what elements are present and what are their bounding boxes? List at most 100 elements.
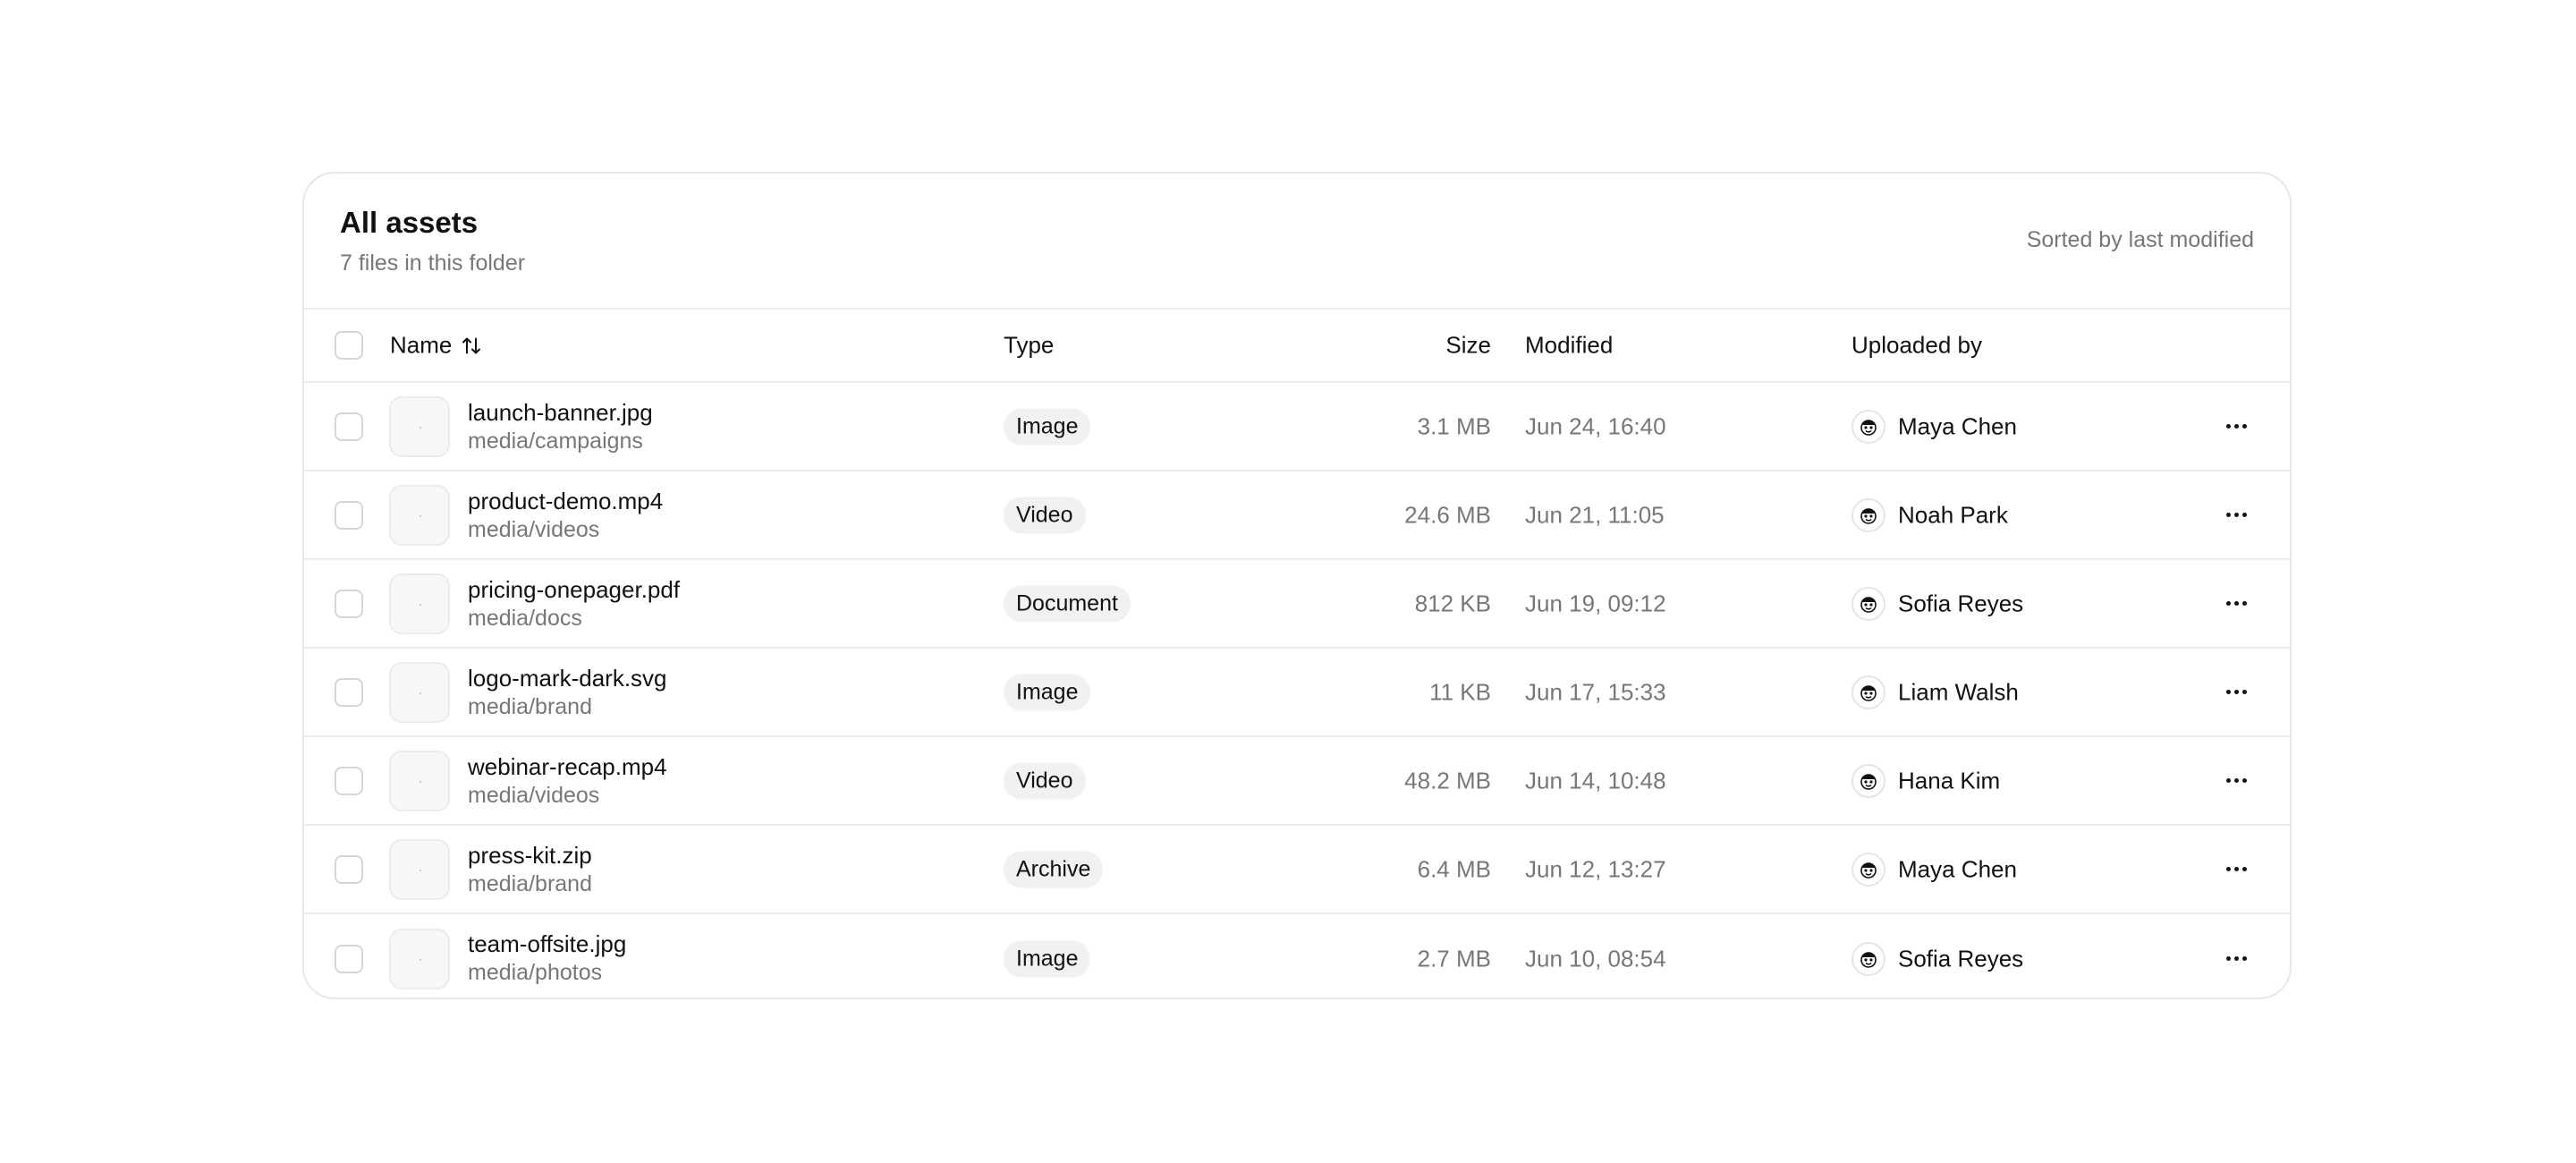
table-row[interactable]: pricing-onepager.pdf media/docs Document… <box>304 560 2290 649</box>
more-dot <box>2233 778 2239 783</box>
more-horizontal-icon <box>2225 956 2231 961</box>
more-horizontal-icon <box>2225 690 2231 694</box>
modified-date: Jun 12, 13:27 <box>1525 855 1666 882</box>
file-size: 2.7 MB <box>1417 945 1491 972</box>
type-badge: Video <box>1004 497 1086 533</box>
type-badge: Image <box>1004 940 1091 977</box>
file-name[interactable]: press-kit.zip <box>468 842 592 870</box>
more-actions-button[interactable] <box>2218 586 2254 622</box>
modified-date: Jun 24, 16:40 <box>1525 412 1666 439</box>
file-path: media/videos <box>468 517 600 542</box>
file-path: media/campaigns <box>468 429 643 454</box>
row-checkbox[interactable] <box>335 589 363 618</box>
more-dot <box>2241 778 2247 783</box>
modified-date: Jun 19, 09:12 <box>1525 590 1666 616</box>
uploader-name: Liam Walsh <box>1898 678 2019 705</box>
user-avatar-icon <box>1852 586 1885 621</box>
more-horizontal-icon <box>2225 601 2231 606</box>
file-name[interactable]: launch-banner.jpg <box>468 399 653 427</box>
file-count: 7 files in this folder <box>340 250 526 276</box>
column-header-name-label: Name <box>390 331 453 359</box>
user-avatar-icon <box>1852 675 1885 709</box>
user-avatar-icon <box>1852 409 1885 444</box>
file-size: 812 KB <box>1414 590 1491 616</box>
file-thumbnail-icon <box>389 484 450 546</box>
modified-date: Jun 14, 10:48 <box>1525 767 1666 794</box>
more-horizontal-icon <box>2225 867 2231 871</box>
sort-note: Sorted by last modified <box>2026 227 2254 252</box>
modified-date: Jun 21, 11:05 <box>1525 501 1665 528</box>
row-checkbox[interactable] <box>335 677 363 707</box>
file-size: 6.4 MB <box>1417 855 1491 882</box>
file-thumbnail-icon <box>389 395 450 457</box>
table-body: launch-banner.jpg media/campaigns Image … <box>304 383 2290 997</box>
column-header-type[interactable]: Type <box>1004 332 1054 360</box>
row-checkbox[interactable] <box>335 412 363 441</box>
more-actions-button[interactable] <box>2218 675 2254 710</box>
uploader-name: Noah Park <box>1898 501 2008 528</box>
file-thumbnail-icon <box>389 573 450 634</box>
file-path: media/docs <box>468 606 582 631</box>
file-size: 11 KB <box>1429 678 1491 705</box>
more-dot <box>2233 956 2239 961</box>
more-dot <box>2241 601 2247 606</box>
file-name[interactable]: product-demo.mp4 <box>468 488 663 515</box>
more-actions-button[interactable] <box>2218 763 2254 799</box>
column-header-name[interactable]: Name <box>390 332 482 360</box>
file-name[interactable]: team-offsite.jpg <box>468 930 626 958</box>
more-horizontal-icon <box>2225 513 2231 517</box>
file-path: media/brand <box>468 694 592 719</box>
file-thumbnail-icon <box>389 750 450 811</box>
table-row[interactable]: product-demo.mp4 media/videos Video 24.6… <box>304 471 2290 560</box>
row-checkbox[interactable] <box>335 944 363 973</box>
modified-date: Jun 10, 08:54 <box>1525 945 1666 972</box>
type-badge: Image <box>1004 674 1091 710</box>
row-checkbox[interactable] <box>335 500 363 530</box>
user-avatar-icon <box>1852 852 1885 887</box>
more-actions-button[interactable] <box>2218 497 2254 533</box>
more-dot <box>2233 424 2239 429</box>
more-horizontal-icon <box>2225 778 2231 783</box>
row-checkbox[interactable] <box>335 766 363 795</box>
more-dot <box>2241 956 2247 961</box>
more-actions-button[interactable] <box>2218 941 2254 977</box>
column-header-modified[interactable]: Modified <box>1525 332 1613 360</box>
user-avatar-icon <box>1852 941 1885 976</box>
column-header-uploaded-by[interactable]: Uploaded by <box>1852 332 1982 360</box>
uploader-name: Maya Chen <box>1898 412 2017 439</box>
file-name[interactable]: webinar-recap.mp4 <box>468 753 667 781</box>
uploader-name: Sofia Reyes <box>1898 590 2024 616</box>
file-size: 3.1 MB <box>1417 412 1491 439</box>
row-checkbox[interactable] <box>335 854 363 884</box>
table-row[interactable]: press-kit.zip media/brand Archive 6.4 MB… <box>304 826 2290 914</box>
type-badge: Video <box>1004 762 1086 799</box>
more-dot <box>2233 601 2239 606</box>
file-name[interactable]: logo-mark-dark.svg <box>468 665 667 692</box>
modified-date: Jun 17, 15:33 <box>1525 678 1666 705</box>
type-badge: Archive <box>1004 851 1104 887</box>
file-thumbnail-icon <box>389 661 450 723</box>
more-dot <box>2241 424 2247 429</box>
more-dot <box>2241 690 2247 694</box>
file-thumbnail-icon <box>389 928 450 989</box>
page-title: All assets <box>340 206 479 239</box>
table-row[interactable]: launch-banner.jpg media/campaigns Image … <box>304 383 2290 471</box>
table-row[interactable]: logo-mark-dark.svg media/brand Image 11 … <box>304 649 2290 737</box>
file-path: media/videos <box>468 783 600 808</box>
sort-arrows-icon[interactable] <box>461 335 482 356</box>
select-all-checkbox[interactable] <box>335 331 363 360</box>
table-row[interactable]: team-offsite.jpg media/photos Image 2.7 … <box>304 914 2290 997</box>
user-avatar-icon <box>1852 763 1885 798</box>
more-dot <box>2233 513 2239 517</box>
uploader-name: Maya Chen <box>1898 855 2017 882</box>
more-dot <box>2241 867 2247 871</box>
file-size: 48.2 MB <box>1404 767 1491 794</box>
more-actions-button[interactable] <box>2218 852 2254 887</box>
table-row[interactable]: webinar-recap.mp4 media/videos Video 48.… <box>304 737 2290 826</box>
more-actions-button[interactable] <box>2218 409 2254 445</box>
file-path: media/brand <box>468 871 592 896</box>
more-horizontal-icon <box>2225 424 2231 429</box>
column-header-size[interactable]: Size <box>1445 332 1491 360</box>
table-header: Name Type Size Modified Uploaded by <box>304 310 2290 383</box>
file-name[interactable]: pricing-onepager.pdf <box>468 576 680 604</box>
